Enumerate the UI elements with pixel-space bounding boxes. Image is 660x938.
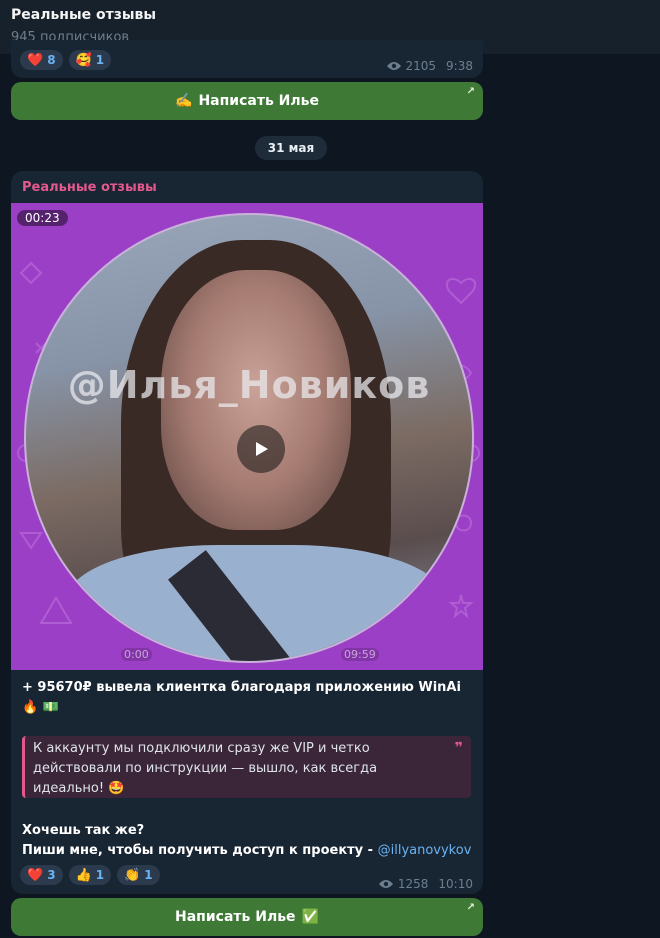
reactions-row: ❤️ 3 👍 1 👏 1	[20, 865, 160, 885]
sender-name[interactable]: Реальные отзывы	[22, 180, 157, 195]
video-end-time: 09:59	[341, 648, 379, 661]
date-separator: 31 мая	[255, 136, 327, 160]
heart-icon: ❤️	[27, 867, 44, 883]
eye-icon	[386, 62, 401, 70]
reaction-heart[interactable]: ❤️ 8	[20, 50, 63, 70]
reaction-count: 1	[95, 53, 105, 67]
reaction-count: 1	[95, 868, 105, 882]
clapping-hands-icon: 👏	[124, 867, 141, 883]
message-bubble-previous: ❤️ 8 🥰 1 2105 9:38	[11, 40, 483, 78]
video-watermark: @Илья_Новиков	[67, 363, 431, 407]
play-button[interactable]	[237, 425, 285, 473]
message-meta: 2105 9:38	[386, 59, 473, 73]
reaction-count: 3	[47, 868, 56, 882]
video-message[interactable]: @Илья_Новиков 00:23 0:00 09:59	[11, 203, 483, 670]
reaction-clap[interactable]: 👏 1	[117, 865, 160, 885]
message-meta: 1258 10:10	[378, 877, 473, 891]
video-circle[interactable]: @Илья_Новиков	[24, 213, 474, 663]
channel-title: Реальные отзывы	[11, 7, 157, 23]
cta-line-1: Хочешь так же?	[22, 823, 145, 838]
reaction-count: 1	[144, 868, 153, 882]
button-label: Написать Илье	[198, 93, 319, 109]
message-time: 10:10	[438, 877, 473, 891]
profile-link[interactable]: @illyanovykov	[378, 843, 472, 858]
message-bubble: Реальные отзывы @Илья_Новиков 00:23 0:00…	[11, 171, 483, 894]
external-link-icon: ↗	[466, 86, 475, 97]
play-icon	[256, 442, 268, 456]
quote-text: К аккаунту мы подключили сразу же VIP и …	[33, 741, 378, 796]
write-to-ilya-button[interactable]: Написать Илье ✅ ↗	[11, 898, 483, 936]
reaction-thumbs-up[interactable]: 👍 1	[68, 865, 112, 885]
quote-block: К аккаунту мы подключили сразу же VIP и …	[22, 736, 471, 798]
check-mark-icon: ✅	[301, 909, 319, 925]
thumbs-up-icon: 👍	[75, 867, 92, 883]
video-start-time: 0:00	[121, 648, 152, 661]
video-duration: 00:23	[17, 210, 68, 226]
message-time: 9:38	[446, 59, 473, 73]
reactions-row: ❤️ 8 🥰 1	[20, 50, 112, 70]
post-cta: Хочешь так же? Пиши мне, чтобы получить …	[22, 821, 472, 861]
reaction-count: 8	[47, 53, 56, 67]
love-face-icon: 🥰	[75, 52, 92, 68]
button-label: Написать Илье	[175, 909, 296, 925]
external-link-icon: ↗	[466, 902, 475, 913]
view-count: 1258	[397, 877, 429, 891]
writing-hand-icon: ✍️	[175, 93, 193, 109]
write-to-ilya-button[interactable]: ✍️ Написать Илье ↗	[11, 82, 483, 120]
eye-icon	[378, 880, 393, 888]
view-count: 2105	[405, 59, 437, 73]
post-headline: + 95670₽ вывела клиентка благодаря прило…	[22, 680, 461, 715]
cta-line-2: Пиши мне, чтобы получить доступ к проект…	[22, 843, 472, 858]
heart-icon: ❤️	[27, 52, 44, 68]
reaction-love-face[interactable]: 🥰 1	[68, 50, 112, 70]
quote-icon: ❞	[454, 740, 463, 756]
reaction-heart[interactable]: ❤️ 3	[20, 865, 63, 885]
